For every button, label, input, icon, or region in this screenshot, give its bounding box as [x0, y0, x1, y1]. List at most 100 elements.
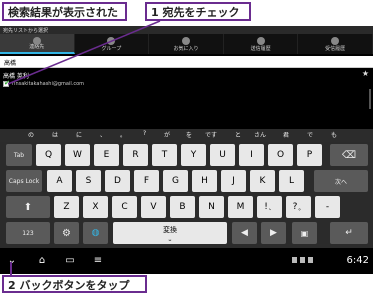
app-header-title: 宛先リストから選択 [0, 26, 373, 34]
candidate-word[interactable]: に [76, 130, 82, 139]
contact-checkbox[interactable]: ✔ [3, 79, 10, 87]
key-v[interactable]: V [141, 196, 166, 218]
home-icon: ⌂ [38, 254, 46, 266]
back-button[interactable]: ⌄ [4, 252, 20, 268]
key-q[interactable]: Q [36, 144, 61, 166]
candidate-word[interactable]: は [52, 130, 58, 139]
cursor-right-key[interactable]: ▶ [261, 222, 286, 244]
key-z[interactable]: Z [54, 196, 79, 218]
space-convert-key[interactable]: 変換 ⎵ [113, 222, 227, 244]
signal-icon [300, 257, 305, 263]
key-l[interactable]: L [279, 170, 304, 192]
key-o[interactable]: O [268, 144, 293, 166]
candidate-word[interactable]: 。 [120, 130, 126, 139]
arrow-left-icon: ◀ [241, 228, 248, 238]
tab-contacts[interactable]: 連絡先 [0, 34, 75, 54]
tab-key[interactable]: Tab [6, 144, 32, 166]
battery-icon [308, 257, 313, 263]
settings-key[interactable]: ⚙ [54, 222, 79, 244]
inbox-icon [331, 37, 340, 45]
checkmark-icon: ✔ [4, 79, 10, 87]
contact-email[interactable]: rinsakitakahashi@gmail.com [12, 81, 84, 87]
key-c[interactable]: C [112, 196, 137, 218]
key-t[interactable]: T [152, 144, 177, 166]
key-b[interactable]: B [170, 196, 195, 218]
key-a[interactable]: A [47, 170, 72, 192]
candidate-word[interactable]: さん [254, 130, 266, 139]
tab-bar: 連絡先 グループ お気に入り 送信履歴 受信履歴 [0, 34, 373, 54]
candidate-bar: の は に 、 。 ? が を です と さん 君 で も [0, 129, 373, 142]
key-dash[interactable]: - [315, 196, 340, 218]
key-k[interactable]: K [250, 170, 275, 192]
key-i[interactable]: I [239, 144, 264, 166]
key-w[interactable]: W [65, 144, 90, 166]
cursor-left-key[interactable]: ◀ [232, 222, 257, 244]
candidate-word[interactable]: を [186, 130, 192, 139]
candidate-word[interactable]: 君 [283, 130, 289, 139]
tab-groups[interactable]: グループ [75, 34, 150, 54]
candidate-word[interactable]: ? [143, 130, 146, 137]
candidate-word[interactable]: も [331, 130, 337, 139]
group-icon [107, 37, 116, 45]
space-bar-icon: ⎵ [168, 234, 172, 241]
tab-label: グループ [101, 46, 122, 52]
system-navigation-bar: ⌄ ⌂ ▭ ≡ 6:42 [0, 248, 373, 274]
key-e[interactable]: E [94, 144, 119, 166]
star-icon[interactable]: ★ [362, 69, 369, 78]
key-h[interactable]: H [192, 170, 217, 192]
candidate-word[interactable]: で [307, 130, 313, 139]
key-y[interactable]: Y [181, 144, 206, 166]
language-key[interactable]: ◍ [83, 222, 108, 244]
history-icon [256, 37, 265, 45]
key-s[interactable]: S [76, 170, 101, 192]
software-keyboard: Tab Q W E R T Y U I O P ⌫ Caps Lock A S … [0, 142, 373, 248]
callout-leader-line [10, 262, 12, 275]
status-clock: 6:42 [346, 255, 369, 266]
key-p[interactable]: P [297, 144, 322, 166]
person-icon [32, 37, 41, 45]
candidate-word[interactable]: と [235, 130, 241, 139]
callout-step1: 1 宛先をチェック [145, 2, 251, 21]
recent-apps-button[interactable]: ▭ [62, 252, 78, 268]
candidate-word[interactable]: 、 [100, 130, 106, 139]
caps-lock-key[interactable]: Caps Lock [6, 170, 42, 192]
key-question[interactable]: ? 。 [286, 196, 311, 218]
key-f[interactable]: F [134, 170, 159, 192]
next-key[interactable]: 次へ [314, 170, 368, 192]
key-u[interactable]: U [210, 144, 235, 166]
key-d[interactable]: D [105, 170, 130, 192]
voice-input-key[interactable]: ▣ [292, 222, 317, 244]
scrollbar[interactable] [369, 89, 371, 109]
callout-step2: 2 バックボタンをタップ [2, 275, 147, 293]
number-mode-key[interactable]: 123 [6, 222, 50, 244]
tab-received-history[interactable]: 受信履歴 [298, 34, 373, 54]
backspace-icon: ⌫ [341, 149, 357, 161]
gear-icon: ⚙ [62, 227, 71, 239]
key-exclaim[interactable]: ! 、 [257, 196, 282, 218]
candidate-word[interactable]: です [205, 130, 217, 139]
key-m[interactable]: M [228, 196, 253, 218]
backspace-key[interactable]: ⌫ [330, 144, 368, 166]
key-n[interactable]: N [199, 196, 224, 218]
key-r[interactable]: R [123, 144, 148, 166]
key-g[interactable]: G [163, 170, 188, 192]
key-x[interactable]: X [83, 196, 108, 218]
candidate-word[interactable]: の [28, 130, 34, 139]
shift-key[interactable]: ⬆ [6, 196, 50, 218]
microphone-icon: ▣ [300, 228, 309, 238]
key-exclaim-label: ! [264, 202, 268, 212]
enter-key[interactable]: ↵ [330, 222, 368, 244]
candidate-word[interactable]: が [164, 130, 170, 139]
enter-icon: ↵ [345, 228, 353, 238]
home-button[interactable]: ⌂ [34, 252, 50, 268]
key-j[interactable]: J [221, 170, 246, 192]
key-question-sub: 。 [298, 204, 305, 212]
tab-favorites[interactable]: お気に入り [149, 34, 224, 54]
tablet-screen: 宛先リストから選択 連絡先 グループ お気に入り 送信履歴 受信履歴 高橋 高橋… [0, 26, 373, 274]
search-input[interactable]: 高橋 [0, 56, 373, 68]
arrow-right-icon: ▶ [270, 228, 277, 238]
tab-sent-history[interactable]: 送信履歴 [224, 34, 299, 54]
callout-search-result: 検索結果が表示された [2, 2, 127, 21]
menu-button[interactable]: ≡ [90, 252, 106, 268]
result-list: 高橋 英利 ★ ✔ rinsakitakahashi@gmail.com [0, 69, 373, 129]
